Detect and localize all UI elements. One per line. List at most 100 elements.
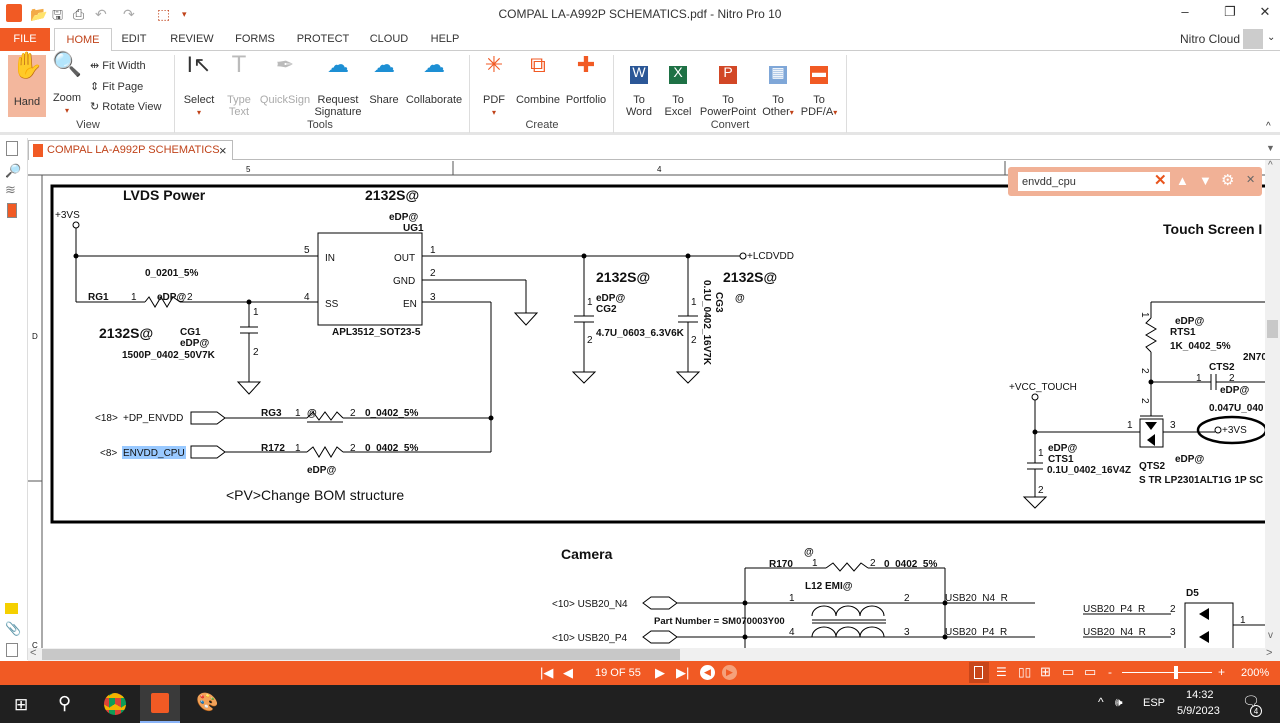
to-powerpoint-button[interactable]: P To PowerPoint [697, 59, 759, 118]
cover-view-button[interactable]: ▭ [1062, 664, 1074, 680]
pdf-button[interactable]: ✳ PDF ▾ [478, 54, 510, 119]
fit-width-button[interactable]: ⇹ Fit Width [90, 59, 146, 72]
bookmarks-panel-icon[interactable] [7, 203, 17, 218]
first-page-button[interactable]: |◀ [540, 665, 553, 681]
share-cloud-icon: ☁ [373, 52, 395, 77]
chrome-icon[interactable] [104, 693, 126, 715]
next-page-button[interactable]: ▶ [655, 665, 665, 681]
rotate-view-button[interactable]: ↻ Rotate View [90, 100, 161, 113]
close-button[interactable]: ✕ [1250, 4, 1280, 20]
minimize-button[interactable]: – [1170, 4, 1200, 19]
document-viewer[interactable]: 5 4 D C LVDS Power 2132S@ +3VS eDP@ UG1 … [28, 160, 1265, 648]
comments-panel-icon[interactable] [5, 603, 18, 614]
vertical-scroll-thumb[interactable] [1267, 320, 1278, 338]
collapse-ribbon-icon[interactable]: ^ [1266, 121, 1271, 132]
scroll-down-icon[interactable]: v [1268, 630, 1273, 641]
tab-home[interactable]: HOME [54, 28, 112, 52]
output-panel-icon[interactable] [6, 643, 18, 657]
to-pdfa-button[interactable]: ▬ To PDF/A▾ [799, 59, 839, 119]
zoom-slider[interactable] [1122, 672, 1212, 673]
document-tab[interactable]: COMPAL LA-A992P SCHEMATICS × [28, 140, 233, 160]
continuous-view-button[interactable]: ☰ [996, 665, 1007, 679]
previous-page-button[interactable]: ◀ [563, 665, 573, 681]
rotate-icon: ↻ [90, 101, 103, 113]
type-text-button[interactable]: T Type Text [222, 53, 256, 119]
tab-edit[interactable]: EDIT [116, 28, 152, 51]
search-panel-icon[interactable]: 🔎 [5, 163, 21, 179]
quicksign-button[interactable]: ✒ QuickSign [258, 54, 312, 107]
find-settings-button[interactable]: ⚙ [1221, 171, 1234, 189]
restore-button[interactable]: ❐ [1215, 4, 1245, 20]
request-signature-button[interactable]: ☁ Request Signature [313, 52, 363, 119]
tab-forms[interactable]: FORMS [231, 28, 279, 51]
clock-date[interactable]: 5/9/2023 [1177, 705, 1220, 717]
zoom-level[interactable]: 200% [1241, 667, 1269, 679]
tab-review[interactable]: REVIEW [166, 28, 218, 51]
facing-view-button[interactable]: ▯▯ [1018, 665, 1031, 679]
last-page-button[interactable]: ▶| [676, 665, 689, 681]
close-tab-button[interactable]: × [219, 143, 227, 158]
find-previous-button[interactable]: ▲ [1176, 173, 1189, 188]
zoom-in-button[interactable]: + [1218, 665, 1225, 679]
previous-view-button[interactable]: ◀ [700, 665, 715, 680]
share-button[interactable]: ☁ Share [366, 52, 402, 107]
attachments-panel-icon[interactable]: 📎 [5, 621, 21, 637]
tab-protect[interactable]: PROTECT [294, 28, 352, 51]
to-excel-button[interactable]: X To Excel [661, 59, 695, 118]
scroll-right-icon[interactable]: > [1266, 647, 1272, 659]
net-label: USB20_P4_R [945, 627, 1007, 638]
horizontal-scroll-thumb[interactable] [42, 649, 680, 660]
signature-cloud-icon: ☁ [327, 52, 349, 77]
net-label: +3VS [55, 210, 80, 221]
excel-icon: X [669, 65, 687, 84]
zoom-out-button[interactable]: - [1108, 665, 1112, 679]
select-button[interactable]: I↖ Select ▾ [181, 54, 217, 119]
zoom-button[interactable]: 🔍 Zoom ▾ [50, 53, 84, 117]
hand-icon: ✋ [11, 50, 44, 80]
tab-file[interactable]: FILE [0, 28, 50, 51]
continuous-facing-view-button[interactable]: ⊞ [1040, 664, 1051, 680]
zoom-slider-thumb[interactable] [1174, 666, 1178, 679]
find-close-button[interactable]: ✕ [1246, 173, 1255, 186]
scroll-left-icon[interactable]: < [30, 647, 36, 659]
account-chevron-icon[interactable]: ⌄ [1267, 32, 1275, 43]
to-other-button[interactable]: ▦ To Other▾ [759, 59, 797, 119]
hand-button[interactable]: ✋ Hand [8, 50, 46, 117]
part-value: 0.1U_0402_16V4Z [1047, 465, 1131, 476]
combine-button[interactable]: ⧉ Combine [515, 54, 561, 107]
ref-designator: L12 EMI@ [805, 581, 853, 592]
search-icon[interactable]: ⚲ [58, 693, 71, 714]
find-next-button[interactable]: ▼ [1199, 173, 1212, 188]
page-indicator[interactable]: 19 OF 55 [595, 667, 641, 679]
net-label-search-match[interactable]: ENVDD_CPU [123, 448, 185, 459]
part-value: 0.1U_0402_16V7K [701, 280, 712, 366]
to-word-button[interactable]: W To Word [622, 59, 656, 118]
tab-help[interactable]: HELP [427, 28, 463, 51]
presentation-view-button[interactable]: ▭ [1084, 664, 1096, 680]
clear-search-button[interactable]: ✕ [1154, 171, 1167, 189]
schematic-page: 5 4 D C LVDS Power 2132S@ +3VS eDP@ UG1 … [28, 161, 1265, 648]
horizontal-scrollbar[interactable]: < > [28, 647, 1280, 661]
scroll-up-icon[interactable]: ^ [1268, 160, 1273, 171]
find-input[interactable] [1018, 172, 1170, 191]
avatar[interactable] [1243, 29, 1263, 49]
tray-chevron-icon[interactable]: ^ [1098, 695, 1104, 709]
portfolio-button[interactable]: ✚ Portfolio [563, 54, 609, 107]
option-label: @ [804, 547, 814, 558]
windows-start-icon[interactable]: ⊞ [14, 695, 28, 715]
pages-panel-icon[interactable] [6, 141, 18, 156]
fit-page-button[interactable]: ⇕ Fit Page [90, 80, 143, 93]
collaborate-button[interactable]: ☁ Collaborate [404, 54, 464, 107]
volume-icon[interactable]: 🕪 [1115, 695, 1123, 710]
layers-panel-icon[interactable]: ≋ [5, 182, 16, 198]
tab-cloud[interactable]: CLOUD [366, 28, 412, 51]
clock-time[interactable]: 14:32 [1186, 689, 1214, 701]
paint-app-icon[interactable]: 🎨 [196, 692, 218, 713]
language-indicator[interactable]: ESP [1143, 697, 1165, 709]
tab-list-dropdown-icon[interactable]: ▼ [1266, 143, 1275, 153]
vertical-scrollbar[interactable]: ^ v [1265, 160, 1280, 648]
next-view-button[interactable]: ▶ [722, 665, 737, 680]
pin-number: 2 [1139, 368, 1150, 374]
account-name[interactable]: Nitro Cloud [1175, 28, 1245, 51]
ref-designator: RG3 [261, 408, 282, 419]
